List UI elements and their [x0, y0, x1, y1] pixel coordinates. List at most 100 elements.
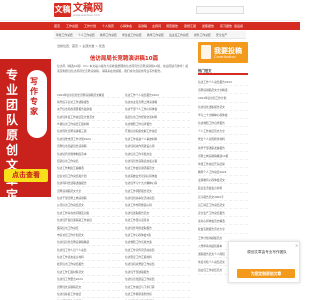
- side-ad-banner[interactable]: 专业团队原创文章定制写作 写作专家 点击查看: [0, 59, 51, 247]
- article-link[interactable]: 信访局扶贫工作总结: [57, 292, 121, 296]
- article-link[interactable]: 竞聘演讲稿范文大全: [57, 189, 121, 193]
- nav-item[interactable]: 个人简历: [102, 22, 114, 30]
- article-link[interactable]: 社区信访工作总结报告: [57, 262, 121, 266]
- article-link[interactable]: 信访局长年终述职报告: [125, 226, 189, 230]
- article-link[interactable]: 信访系统业务培训心得体会: [125, 174, 189, 178]
- article-link[interactable]: 县信访局工作总结和计划: [57, 174, 121, 178]
- hot-article-link[interactable]: 信访维稳工作自查报告: [198, 119, 248, 128]
- article-link[interactable]: 信访工作总结与下步打算: [125, 285, 189, 289]
- article-link[interactable]: 信访干部竞聘上岗演讲稿: [57, 196, 121, 200]
- article-link[interactable]: 信访科科长述职述廉报告: [57, 181, 121, 185]
- article-link[interactable]: 信访局机关党建工作总结: [125, 262, 189, 266]
- article-link[interactable]: 信访工作宣传月活动总结: [125, 248, 189, 252]
- custom-article-button[interactable]: 为您定制原创文章: [237, 269, 295, 278]
- hot-article-link[interactable]: 民主生活会发言材料: [198, 184, 248, 193]
- article-link[interactable]: 信访局开展扫黑除恶工作总结: [57, 218, 121, 222]
- article-link[interactable]: 竞聘信访局副局长演讲稿: [57, 144, 121, 148]
- article-link[interactable]: 市信访局工作计划范文: [57, 233, 121, 237]
- subnav-item[interactable]: 财务工作总结: [194, 31, 211, 39]
- article-link[interactable]: 信访局局长竞聘演讲稿精选: [57, 240, 121, 244]
- hot-article-link[interactable]: 竞聘演讲稿范文大全精选: [198, 86, 248, 95]
- article-link[interactable]: 信访工作作风整顿心得: [125, 203, 189, 207]
- article-link[interactable]: 信访局学习十九大精神心得: [125, 181, 189, 185]
- hot-article-link[interactable]: 竞聘上岗演讲稿精选10篇: [198, 152, 248, 160]
- article-link[interactable]: 信访局机关作风建设心得: [125, 144, 189, 148]
- article-link[interactable]: 基层信访工作经验交流材料: [125, 115, 189, 119]
- nav-item[interactable]: 演讲稿: [138, 22, 147, 30]
- nav-item[interactable]: 主持词: [152, 22, 161, 30]
- hot-article-link[interactable]: 信访工作个人总结报告2024: [198, 78, 248, 87]
- article-link[interactable]: 领导班子信访工作述职报告: [57, 100, 121, 104]
- article-link[interactable]: 信访工作个人总结报告2024: [125, 93, 189, 97]
- article-link[interactable]: 信访工作表态发言材料: [57, 255, 121, 259]
- article-link[interactable]: 信访工作目标责任书: [125, 218, 189, 222]
- nav-item[interactable]: 工作计划: [84, 22, 96, 30]
- hot-article-link[interactable]: 2024年信访局工作计划: [198, 94, 248, 103]
- article-link[interactable]: 信访稳定工作汇报材料: [125, 255, 189, 259]
- article-link[interactable]: 信访局创先争优活动总结: [125, 196, 189, 200]
- article-link[interactable]: 信访工作典型案例分析: [125, 292, 189, 296]
- hot-article-link[interactable]: 个人工作总结范文大全: [198, 127, 248, 136]
- article-link[interactable]: 信访局述职报告范文: [125, 211, 189, 215]
- subnav-item[interactable]: 班主任工作总结: [169, 31, 189, 39]
- article-link[interactable]: 信访干部个人工作心得体会: [125, 107, 189, 111]
- nav-item[interactable]: 工作总结: [66, 22, 78, 30]
- hot-article-link[interactable]: 信访局长述职报告范文: [198, 103, 248, 111]
- article-link[interactable]: 信访工作制度汇编精选: [57, 166, 121, 170]
- hot-article-link[interactable]: 年终工作总结开头结尾: [198, 160, 248, 169]
- hot-article-link[interactable]: 学习二十大精神心得体会: [198, 111, 248, 119]
- article-link[interactable]: 信访工作调研报告范文: [125, 189, 189, 193]
- article-link[interactable]: 竞聘局长演讲稿范文: [57, 285, 121, 289]
- hot-article-link[interactable]: 教师个人工作总结2024: [198, 168, 248, 177]
- subnav-item[interactable]: 学生会工作总结: [122, 31, 142, 39]
- article-link[interactable]: 医院信访工作总结: [57, 226, 121, 230]
- article-link[interactable]: 关于信访局的调研报告最新版: [57, 107, 121, 111]
- article-link[interactable]: 信访工作汇报材料范文: [57, 270, 121, 274]
- article-link[interactable]: 信访工作会议讲话稿范文: [125, 166, 189, 170]
- article-link[interactable]: 街道信访工作总结: [57, 159, 121, 163]
- nav-item[interactable]: 思想汇报: [184, 22, 196, 30]
- subnav-item[interactable]: 教师工作总结: [100, 31, 117, 39]
- article-link[interactable]: 开展信访积案化解工作总结: [125, 129, 189, 133]
- subnav-item[interactable]: 安全生产: [216, 31, 227, 39]
- article-link[interactable]: 信访局工作要点2024: [57, 277, 121, 281]
- hot-article-link[interactable]: 员工转正工作总结范文: [198, 201, 248, 209]
- article-link[interactable]: 信访信息工作考核办法: [125, 152, 189, 156]
- subnav-item[interactable]: 年终工作总结: [56, 31, 73, 39]
- article-link[interactable]: 信访维稳工作自查报告: [125, 122, 189, 126]
- site-logo[interactable]: 文稿 文稿网 www.wenbao.com: [54, 3, 114, 19]
- hot-article-link[interactable]: 安全生产工作总结报告: [198, 209, 248, 218]
- hot-article-link[interactable]: 社会实践报告范文大全: [198, 225, 248, 234]
- article-link[interactable]: 2024年信访局局长竞聘演讲稿范文精选: [57, 93, 121, 97]
- article-link[interactable]: 信访局干部述职报告: [125, 270, 189, 274]
- nav-item[interactable]: 心得体会: [120, 22, 132, 30]
- nav-item-home[interactable]: 首页: [54, 22, 60, 30]
- hot-article-link[interactable]: 主题教育心得体会范文: [198, 176, 248, 185]
- nav-item[interactable]: 调查报告: [166, 22, 178, 30]
- search-input[interactable]: [196, 6, 244, 14]
- article-link[interactable]: 信访科长竞聘演讲稿三篇: [57, 129, 121, 133]
- contribute-banner[interactable]: 我要投稿 Contribution: [198, 42, 248, 63]
- subnav-item[interactable]: 个人工作总结: [78, 31, 95, 39]
- article-link[interactable]: 信访工作先进个人事迹材料: [125, 137, 189, 141]
- article-link[interactable]: 公司信访工作总结范文: [57, 203, 121, 207]
- hot-article-link[interactable]: 党员个人对照检查材料: [198, 135, 248, 144]
- article-link[interactable]: 信访信息化建设工作总结: [125, 277, 189, 281]
- article-link[interactable]: 信访工作存在的问题及对策: [57, 211, 121, 215]
- article-link[interactable]: 信访局年度工作总结及计划范文: [57, 115, 121, 119]
- article-link[interactable]: 信访局局长就职表态发言稿: [125, 159, 189, 163]
- nav-item[interactable]: 实习报告: [220, 22, 232, 30]
- hot-article-link[interactable]: 领导干部述职述廉报告: [198, 144, 248, 152]
- article-link[interactable]: 信访接待室规章制度范本: [57, 152, 121, 156]
- article-link[interactable]: 信访局党支部工作计划2024: [57, 137, 121, 141]
- article-link[interactable]: 信访维稳工作实施方案: [125, 240, 189, 244]
- subnav-item[interactable]: 教学工作总结: [147, 31, 164, 39]
- article-link[interactable]: 乡镇信访工作总结汇报材料: [57, 122, 121, 126]
- close-icon[interactable]: ×: [295, 243, 298, 248]
- nav-item[interactable]: 述职报告: [202, 22, 214, 30]
- article-link[interactable]: 信访工作心得体会3篇: [125, 233, 189, 237]
- article-link[interactable]: 信访办主任竞聘上岗演讲稿: [125, 100, 189, 104]
- hot-article-link[interactable]: 实习报告范文3000字: [198, 193, 248, 201]
- article-link[interactable]: 信访局工作人员个人总结: [57, 248, 121, 252]
- side-ad-button[interactable]: 点击查看: [4, 169, 48, 182]
